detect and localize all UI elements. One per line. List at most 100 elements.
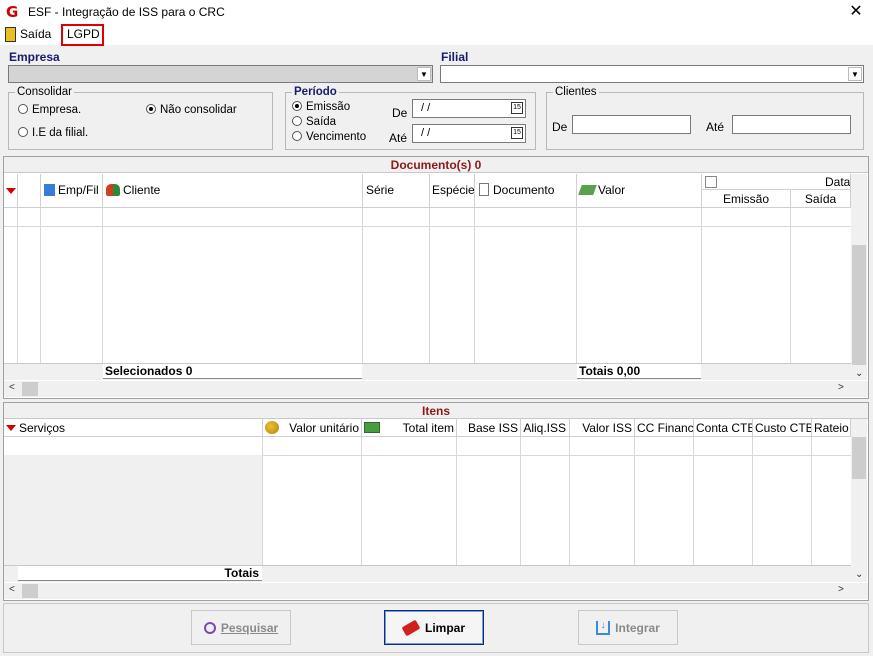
filial-select[interactable]: ▼ <box>440 65 864 83</box>
item-header-valor-unitario[interactable]: Valor unitário <box>263 419 362 437</box>
item-header-custo-ctb-label: Custo CTB <box>755 421 812 435</box>
users-icon <box>106 184 120 196</box>
filial-label: Filial <box>441 50 469 64</box>
item-horizontal-scroll-thumb[interactable] <box>22 584 38 598</box>
consolidar-legend: Consolidar <box>17 86 72 98</box>
radio-nao-consolidar-dot[interactable] <box>146 104 156 114</box>
sort-arrow-icon <box>6 188 16 194</box>
doc-header-saida[interactable]: Saída <box>791 190 851 208</box>
doc-horizontal-scrollbar[interactable] <box>4 381 868 397</box>
consolidar-group: Consolidar <box>8 86 273 150</box>
pesquisar-label: Pesquisar <box>220 620 279 635</box>
radio-empresa-label: Empresa. <box>32 104 82 116</box>
doc-header-empfil[interactable]: Emp/Fil <box>41 174 103 208</box>
scroll-down-icon[interactable]: ⌄ <box>855 569 863 580</box>
limpar-label: Limpar <box>424 620 465 635</box>
radio-ie-filial-dot[interactable] <box>18 127 28 137</box>
empresa-select[interactable]: ▼ <box>8 65 433 83</box>
radio-emissao-dot[interactable] <box>292 101 302 111</box>
scroll-right-icon[interactable]: > <box>838 584 844 595</box>
money-icon <box>578 185 597 195</box>
doc-header-cliente-label: Cliente <box>123 183 161 197</box>
chevron-down-icon[interactable]: ▼ <box>417 67 431 81</box>
item-col-line <box>811 437 812 565</box>
doc-header-documento[interactable]: Documento <box>475 174 577 208</box>
item-header-rateio[interactable]: Rateio <box>812 419 851 437</box>
doc-col-line <box>362 208 363 363</box>
radio-nao-consolidar[interactable]: Não consolidar <box>146 104 237 116</box>
doc-header-especie-label: Espécie <box>432 183 475 197</box>
radio-saida-dot[interactable] <box>292 116 302 126</box>
item-header-cc-financ[interactable]: CC Financ <box>635 419 694 437</box>
periodo-de-value: / / <box>421 102 431 114</box>
calendar-icon[interactable]: 15 <box>511 127 523 139</box>
scroll-right-icon[interactable]: > <box>838 382 844 393</box>
doc-selecionados: Selecionados 0 <box>103 364 362 379</box>
integrar-label: Integrar <box>615 620 660 635</box>
doc-horizontal-scroll-thumb[interactable] <box>22 382 38 396</box>
exit-door-icon <box>5 27 16 42</box>
radio-empresa[interactable]: Empresa. <box>18 104 81 116</box>
radio-saida[interactable]: Saída <box>292 116 336 128</box>
integrar-button[interactable]: ↓ Integrar <box>578 610 678 645</box>
radio-vencimento-dot[interactable] <box>292 131 302 141</box>
scroll-left-icon[interactable]: < <box>9 584 15 595</box>
menu-saida[interactable]: Saída <box>20 27 51 44</box>
item-col-line <box>634 437 635 565</box>
pesquisar-button[interactable]: Pesquisar <box>191 610 291 645</box>
calendar-icon[interactable]: 15 <box>511 102 523 114</box>
doc-header-serie[interactable]: Série <box>363 174 430 208</box>
item-col-line <box>693 437 694 565</box>
item-totais: Totais <box>18 566 262 581</box>
item-header-servicos[interactable]: Serviços <box>4 419 263 437</box>
menu-lgpd[interactable]: LGPD <box>67 27 100 44</box>
periodo-ate-date[interactable]: / / 15 <box>412 124 526 143</box>
item-horizontal-scrollbar[interactable] <box>4 583 868 599</box>
doc-header-cliente[interactable]: Cliente <box>103 174 363 208</box>
close-icon[interactable]: ✕ <box>846 2 866 22</box>
doc-header-especie[interactable]: Espécie <box>430 174 475 208</box>
periodo-de-date[interactable]: / / 15 <box>412 99 526 118</box>
clientes-ate-input[interactable] <box>732 115 851 134</box>
radio-emissao[interactable]: Emissão <box>292 101 350 113</box>
doc-col-line <box>576 208 577 363</box>
menu-bar <box>0 25 873 45</box>
window-title: ESF - Integração de ISS para o CRC <box>28 5 225 19</box>
scroll-down-icon[interactable]: ⌄ <box>855 368 863 379</box>
radio-ie-filial[interactable]: I.E da filial. <box>18 127 88 139</box>
periodo-ate-value: / / <box>421 127 431 139</box>
clientes-de-input[interactable] <box>572 115 691 134</box>
item-header-valor-unitario-label: Valor unitário <box>289 421 359 435</box>
item-col-line <box>361 437 362 565</box>
doc-col-line <box>40 208 41 363</box>
doc-header-saida-label: Saída <box>804 192 837 206</box>
item-col-line <box>752 437 753 565</box>
doc-header-empfil-label: Emp/Fil <box>58 183 99 197</box>
doc-header-valor[interactable]: Valor <box>577 174 702 208</box>
item-header-valor-iss-label: Valor ISS <box>582 421 632 435</box>
doc-vertical-scroll-thumb[interactable] <box>852 245 866 365</box>
item-header-total-item[interactable]: Total item <box>362 419 457 437</box>
item-header-conta-ctb[interactable]: Conta CTB <box>694 419 753 437</box>
doc-header-valor-label: Valor <box>598 183 626 197</box>
item-col-line <box>262 437 263 565</box>
item-header-valor-iss[interactable]: Valor ISS <box>570 419 635 437</box>
item-first-column-shade <box>4 455 263 565</box>
building-icon <box>44 184 55 196</box>
item-header-total-item-label: Total item <box>402 421 454 435</box>
radio-empresa-dot[interactable] <box>18 104 28 114</box>
limpar-button[interactable]: Limpar <box>384 610 484 645</box>
chevron-down-icon[interactable]: ▼ <box>848 67 862 81</box>
item-vertical-scroll-thumb[interactable] <box>852 437 866 479</box>
search-icon <box>203 621 216 634</box>
item-header-servicos-label: Serviços <box>19 421 66 435</box>
radio-vencimento[interactable]: Vencimento <box>292 131 366 143</box>
item-header-custo-ctb[interactable]: Custo CTB <box>753 419 812 437</box>
item-header-aliq-iss[interactable]: Aliq.ISS <box>521 419 570 437</box>
doc-header-datas[interactable]: Datas <box>702 174 851 190</box>
doc-header-emissao[interactable]: Emissão <box>702 190 791 208</box>
scroll-left-icon[interactable]: < <box>9 382 15 393</box>
radio-emissao-label: Emissão <box>306 101 351 113</box>
doc-header-datas-label: Datas <box>825 175 851 189</box>
item-header-base-iss[interactable]: Base ISS <box>457 419 521 437</box>
